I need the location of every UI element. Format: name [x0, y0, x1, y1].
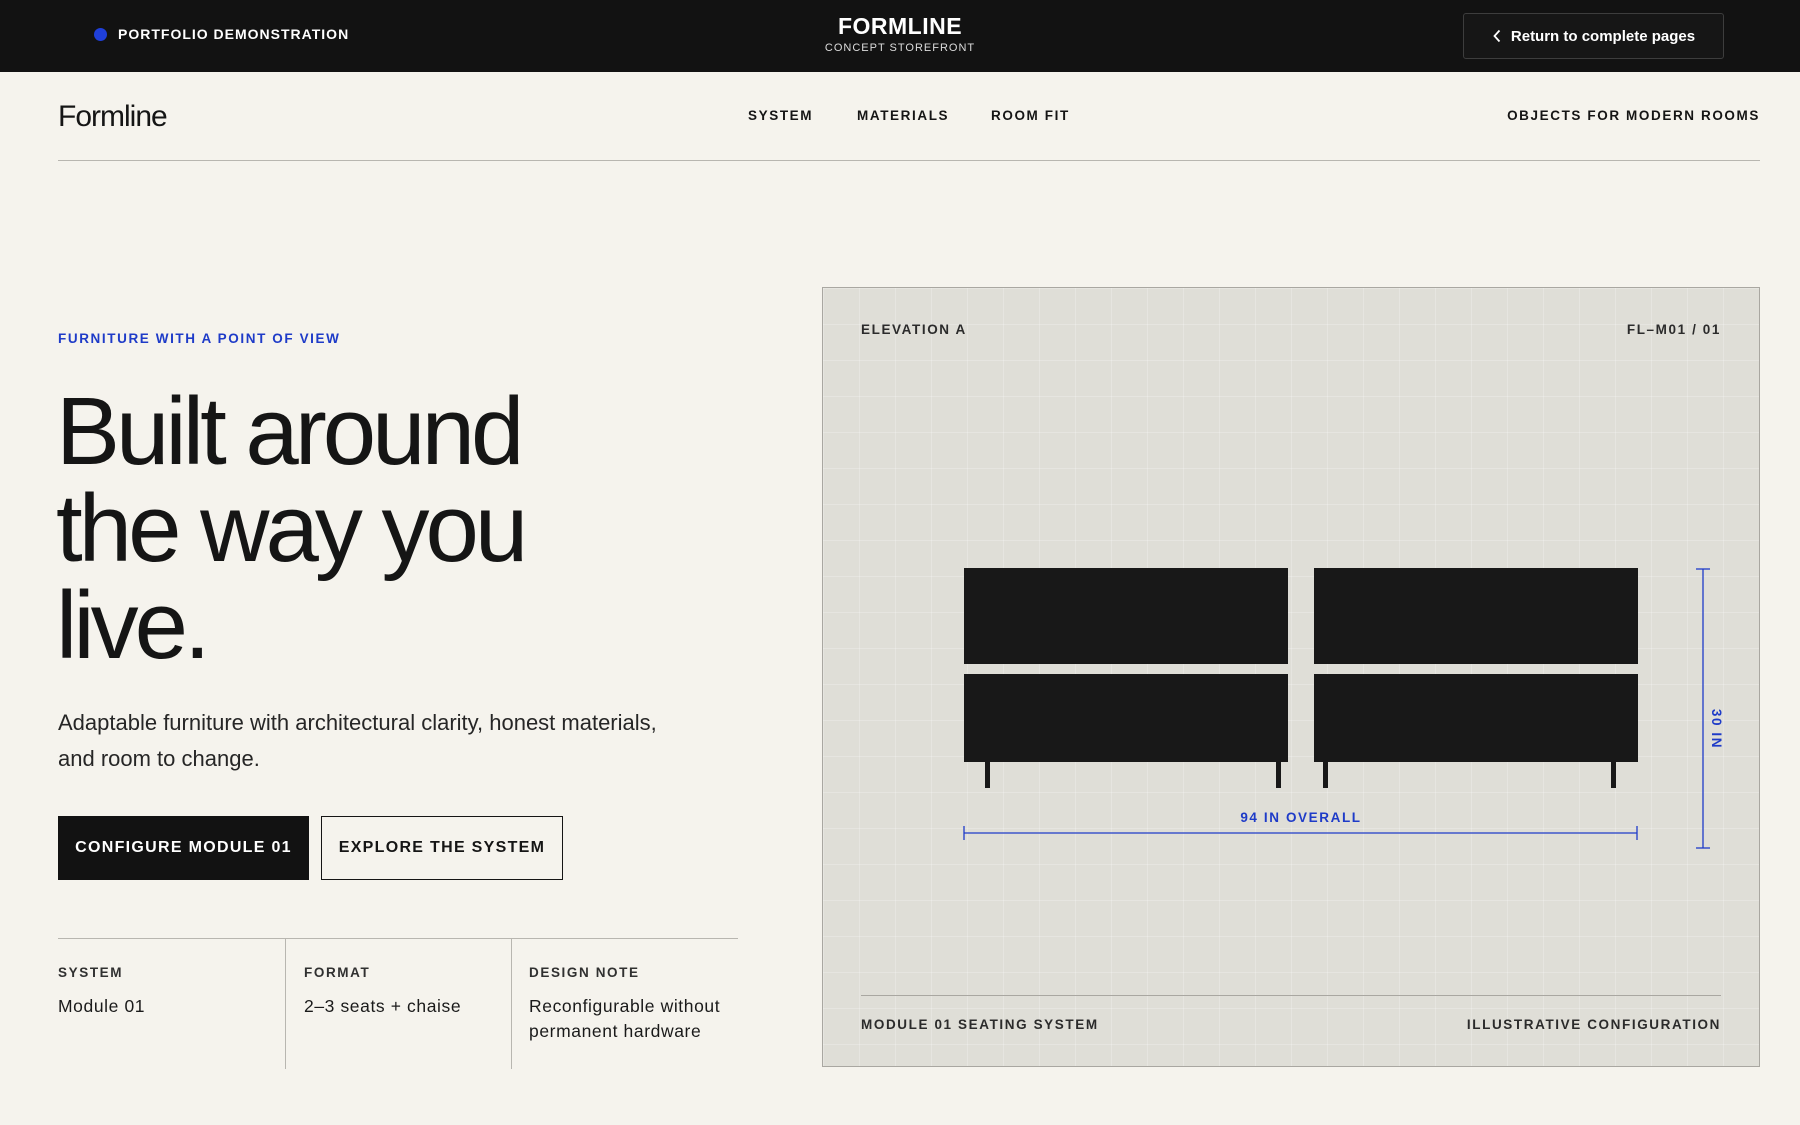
spec-system: SYSTEM Module 01 — [58, 939, 285, 1069]
spec-label: SYSTEM — [58, 965, 124, 980]
back-cushion-right — [1314, 568, 1638, 664]
chevron-left-icon — [1492, 29, 1502, 43]
explore-system-button[interactable]: EXPLORE THE SYSTEM — [321, 816, 563, 880]
sofa-leg — [1611, 762, 1616, 788]
sofa-elevation-drawing: 94 IN OVERALL 30 IN — [963, 568, 1724, 849]
hero-eyebrow: FURNITURE WITH A POINT OF VIEW — [58, 331, 341, 346]
spec-value: Reconfigurable without permanent hardwar… — [529, 996, 721, 1041]
site-tagline: OBJECTS FOR MODERN ROOMS — [1507, 108, 1760, 123]
hero-lead-text: Adaptable furniture with architectural c… — [58, 710, 657, 771]
sofa-leg — [1276, 762, 1281, 788]
panel-divider — [861, 995, 1721, 996]
headline-line-1: Built around — [56, 378, 524, 485]
spec-label: FORMAT — [304, 965, 371, 980]
nav-item-room-fit[interactable]: ROOM FIT — [991, 108, 1070, 123]
height-dimension-label: 30 IN — [1709, 709, 1724, 749]
site-logo[interactable]: Formline — [58, 100, 168, 134]
headline-line-3: live. — [56, 572, 211, 679]
configure-module-button[interactable]: CONFIGURE MODULE 01 — [58, 816, 309, 880]
spec-value: Module 01 — [58, 996, 146, 1016]
return-to-pages-button[interactable]: Return to complete pages — [1463, 13, 1724, 59]
spec-format: FORMAT 2–3 seats + chaise — [285, 939, 511, 1069]
spec-design-note: DESIGN NOTE Reconfigurable without perma… — [511, 939, 738, 1069]
spec-value: 2–3 seats + chaise — [304, 996, 462, 1016]
nav-item-system[interactable]: SYSTEM — [748, 108, 813, 123]
nav-item-materials[interactable]: MATERIALS — [857, 108, 949, 123]
seat-cushion-right — [1314, 674, 1638, 762]
panel-footer-system: MODULE 01 SEATING SYSTEM — [861, 1017, 1099, 1032]
sofa-leg — [1323, 762, 1328, 788]
width-dimension-label: 94 IN OVERALL — [1240, 810, 1361, 825]
product-specs: SYSTEM Module 01 FORMAT 2–3 seats + chai… — [58, 938, 738, 1069]
return-button-label: Return to complete pages — [1510, 27, 1696, 45]
elevation-panel: ELEVATION A FL–M01 / 01 94 IN OVERALL 30… — [822, 287, 1760, 1067]
hero-headline: Built around the way you live. — [56, 383, 676, 674]
sofa-leg — [985, 762, 990, 788]
header-divider — [58, 160, 1760, 161]
demo-topbar: PORTFOLIO DEMONSTRATION FORMLINE CONCEPT… — [0, 0, 1800, 72]
seat-cushion-left — [964, 674, 1288, 762]
spec-label: DESIGN NOTE — [529, 965, 640, 980]
headline-line-2: the way you — [56, 475, 528, 582]
back-cushion-left — [964, 568, 1288, 664]
panel-footer-note: ILLUSTRATIVE CONFIGURATION — [1466, 1017, 1721, 1032]
